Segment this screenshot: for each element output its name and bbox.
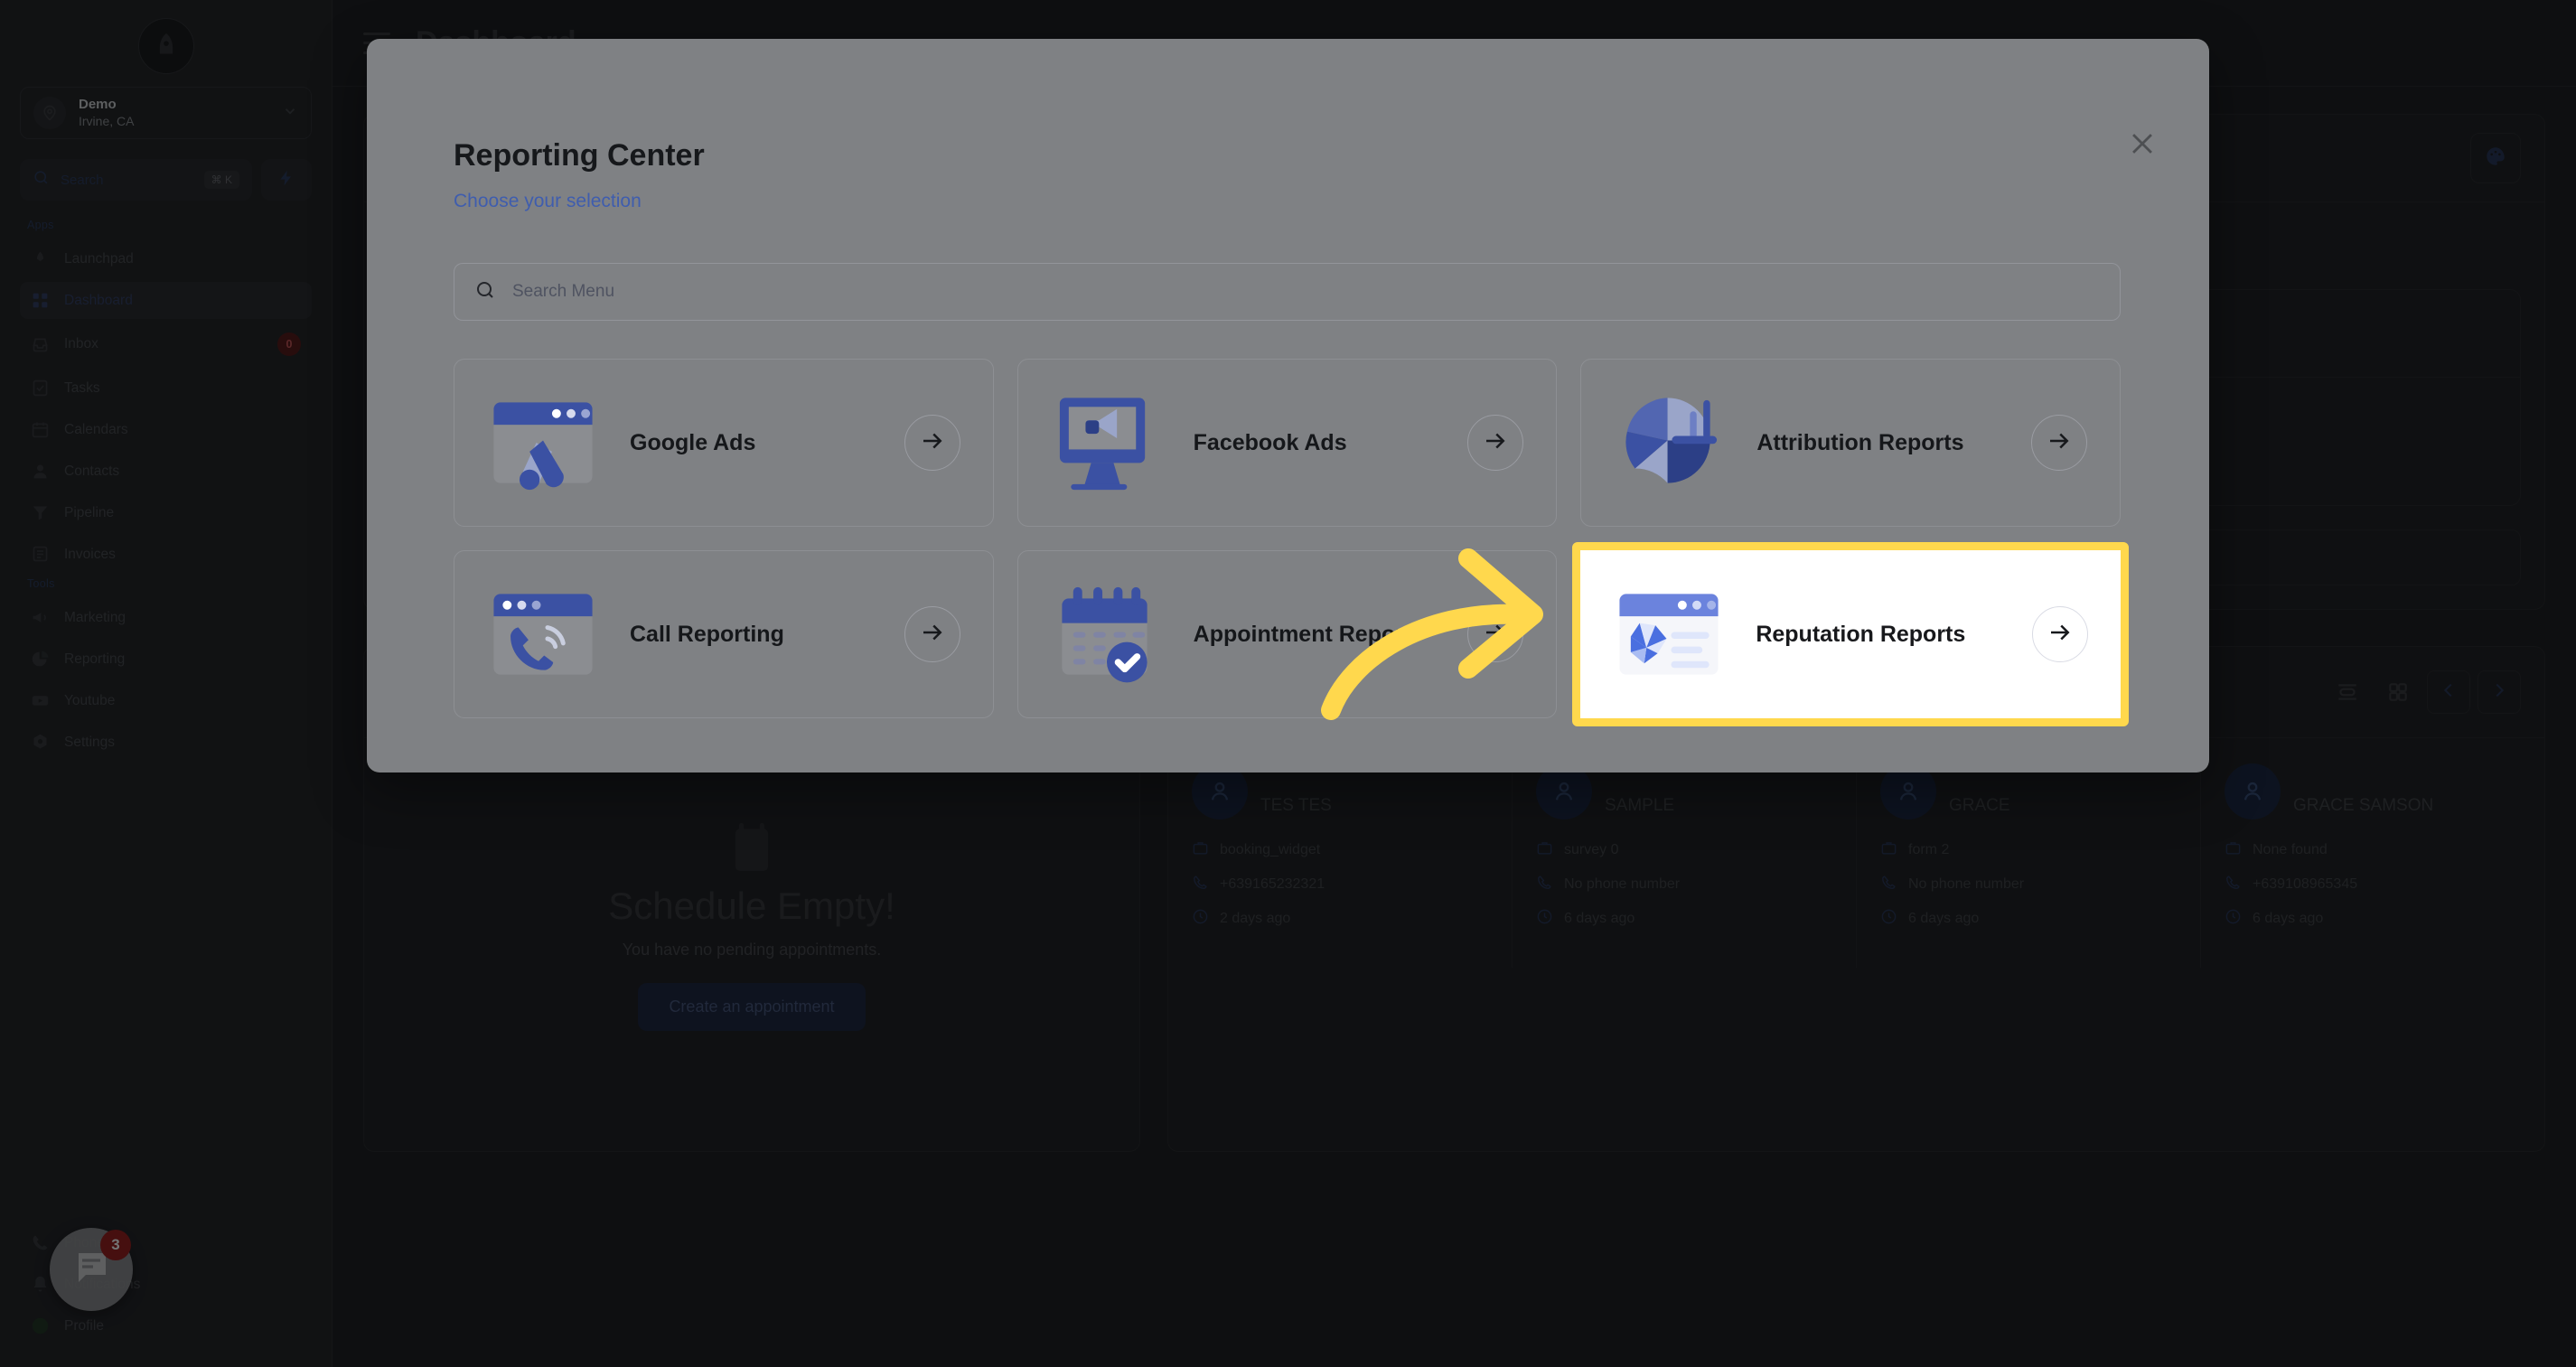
report-card-arrow-button[interactable] bbox=[2032, 606, 2088, 662]
call-reporting-icon bbox=[487, 578, 599, 690]
google-ads-icon bbox=[487, 387, 599, 499]
attribution-chart-icon bbox=[1614, 387, 1726, 499]
report-card-label: Facebook Ads bbox=[1193, 429, 1347, 455]
app-root: Demo Irvine, CA Search ⌘ K bbox=[0, 0, 2576, 1367]
arrow-right-icon bbox=[2047, 619, 2074, 651]
search-icon bbox=[474, 279, 496, 305]
modal-search-placeholder: Search Menu bbox=[512, 282, 615, 301]
modal-search-input[interactable]: Search Menu bbox=[454, 263, 2121, 321]
report-card-arrow-button[interactable] bbox=[904, 415, 960, 471]
report-card-arrow-button[interactable] bbox=[2031, 415, 2087, 471]
reporting-cards-grid: Google Ads Facebook Ads Attribution Repo… bbox=[454, 359, 2129, 726]
reporting-center-modal: Reporting Center Choose your selection S… bbox=[367, 39, 2209, 772]
arrow-right-icon bbox=[919, 619, 946, 651]
report-card-label: Reputation Reports bbox=[1756, 621, 1966, 647]
facebook-ads-icon bbox=[1051, 387, 1163, 499]
arrow-right-icon bbox=[919, 427, 946, 459]
report-card-call-reporting[interactable]: Call Reporting bbox=[454, 550, 994, 718]
report-card-arrow-button[interactable] bbox=[1467, 415, 1524, 471]
report-card-label: Call Reporting bbox=[630, 621, 784, 647]
report-card-attribution-reports[interactable]: Attribution Reports bbox=[1580, 359, 2121, 527]
report-card-appointment-report[interactable]: Appointment Report bbox=[1016, 550, 1558, 718]
report-card-reputation-reports[interactable]: Reputation Reports bbox=[1572, 542, 2129, 726]
report-card-google-ads[interactable]: Google Ads bbox=[454, 359, 994, 527]
modal-title: Reporting Center bbox=[454, 138, 705, 173]
arrow-right-icon bbox=[2046, 427, 2073, 459]
modal-close-button[interactable] bbox=[2122, 126, 2162, 165]
arrow-right-icon bbox=[1482, 427, 1509, 459]
report-card-label: Appointment Report bbox=[1193, 621, 1412, 647]
report-card-arrow-button[interactable] bbox=[904, 606, 960, 662]
report-card-label: Attribution Reports bbox=[1756, 429, 1964, 455]
close-icon bbox=[2127, 128, 2158, 164]
arrow-right-icon bbox=[1482, 619, 1509, 651]
report-card-facebook-ads[interactable]: Facebook Ads bbox=[1016, 359, 1558, 527]
reputation-reports-icon bbox=[1613, 578, 1725, 690]
report-card-arrow-button[interactable] bbox=[1467, 606, 1524, 662]
modal-subtitle[interactable]: Choose your selection bbox=[454, 191, 642, 212]
report-card-label: Google Ads bbox=[630, 429, 756, 455]
appointment-report-icon bbox=[1051, 578, 1163, 690]
